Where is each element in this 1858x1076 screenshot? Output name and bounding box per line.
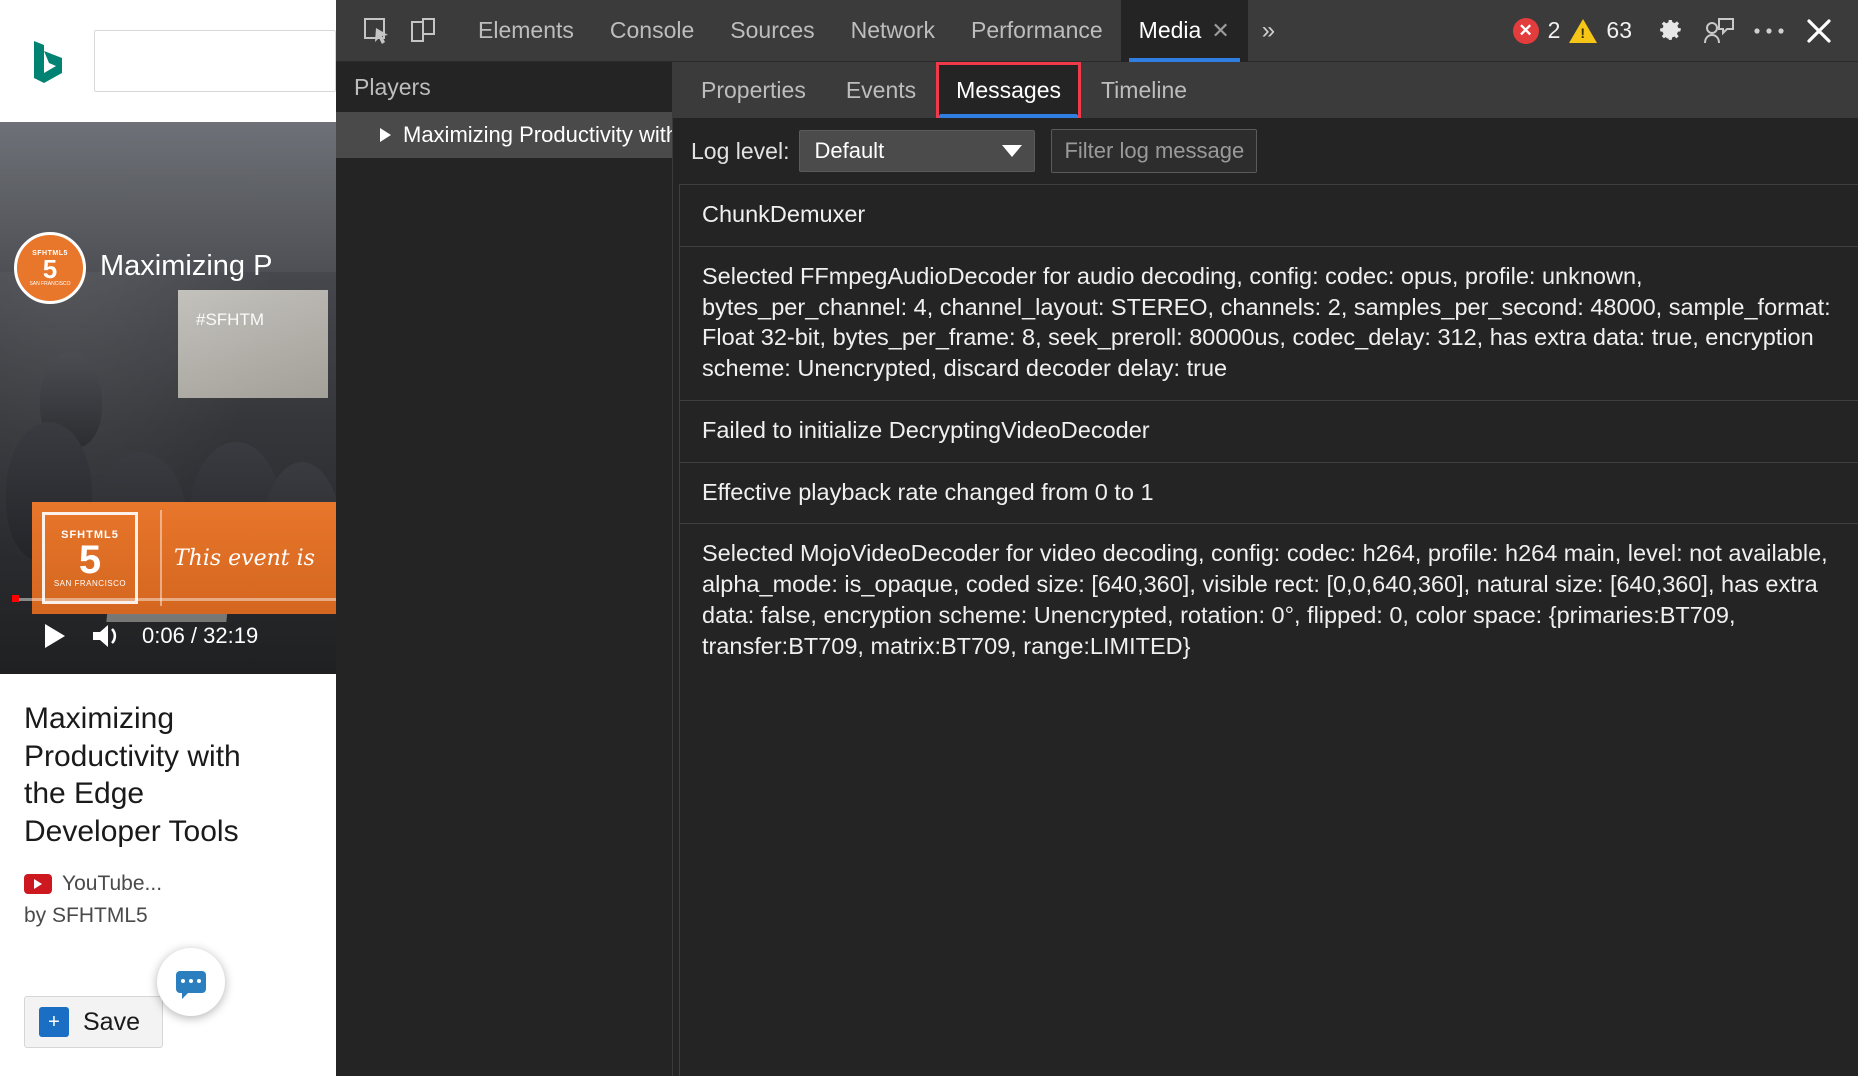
issue-badges[interactable]: ✕ 2 63 — [1512, 17, 1632, 44]
tab-elements[interactable]: Elements — [460, 0, 592, 62]
browser-page: SFHTML5 5 SAN FRANCISCO Maximizing P #SF… — [0, 0, 336, 1076]
sub-tab-properties-label: Properties — [701, 76, 806, 103]
search-input[interactable] — [94, 30, 336, 92]
banner-logo-number: 5 — [78, 537, 102, 582]
players-pane: Players Maximizing Productivity with th — [336, 62, 673, 1076]
progress-handle[interactable] — [12, 595, 19, 602]
log-level-select[interactable]: Default — [799, 130, 1036, 172]
add-to-collections-icon: + — [39, 1007, 69, 1037]
tab-performance[interactable]: Performance — [953, 0, 1121, 62]
close-icon[interactable] — [1794, 6, 1844, 56]
warning-icon — [1569, 18, 1598, 43]
inspect-element-icon[interactable] — [354, 8, 400, 54]
player-list-item[interactable]: Maximizing Productivity with th — [336, 112, 672, 158]
error-count: 2 — [1547, 17, 1561, 43]
video-overlay-hashtag: #SFHTM — [196, 310, 264, 329]
media-pane: Properties Events Messages Timeline Log … — [673, 62, 1858, 1076]
sub-tab-messages[interactable]: Messages — [936, 62, 1081, 118]
youtube-icon — [24, 874, 52, 894]
banner-logo-city: SAN FRANCISCO — [53, 578, 127, 588]
sub-tab-events[interactable]: Events — [826, 62, 936, 118]
sfhtml5-banner-logo-icon: SFHTML5 5 SAN FRANCISCO — [42, 512, 138, 604]
video-meta-card: Maximizing Productivity with the Edge De… — [0, 674, 336, 1076]
logo-number: 5 — [42, 253, 58, 284]
warning-count: 63 — [1606, 17, 1632, 43]
devtools-panel: Elements Console Sources Network Perform… — [336, 0, 1858, 1076]
video-overlay-title: Maximizing P — [100, 250, 273, 282]
tab-sources[interactable]: Sources — [712, 0, 832, 62]
log-level-label: Log level: — [691, 137, 790, 164]
video-banner-text: This event is — [174, 545, 315, 571]
message-list-filler — [679, 677, 1858, 1076]
sub-tab-properties[interactable]: Properties — [681, 62, 826, 118]
close-tab-icon[interactable]: ✕ — [1211, 19, 1229, 42]
log-filter-bar: Log level: Default — [673, 118, 1858, 184]
device-emulation-icon[interactable] — [400, 8, 446, 54]
video-player[interactable]: SFHTML5 5 SAN FRANCISCO Maximizing P #SF… — [0, 122, 336, 674]
tab-performance-label: Performance — [971, 17, 1103, 43]
sub-tab-events-label: Events — [845, 76, 917, 103]
save-button[interactable]: + Save — [24, 996, 163, 1048]
tab-media-label: Media — [1138, 17, 1202, 43]
log-level-value: Default — [814, 138, 885, 163]
chat-bubble-icon[interactable] — [157, 948, 225, 1016]
tab-network-label: Network — [850, 17, 935, 43]
tab-sources-label: Sources — [730, 17, 815, 43]
player-list-item-label: Maximizing Productivity with th — [403, 122, 672, 147]
message-row[interactable]: Selected FFmpegAudioDecoder for audio de… — [679, 245, 1858, 400]
video-author: by SFHTML5 — [24, 904, 148, 927]
tab-console[interactable]: Console — [592, 0, 712, 62]
video-controls: 0:06 / 32:19 — [0, 608, 336, 664]
media-messages-list[interactable]: ChunkDemuxer Selected FFmpegAudioDecoder… — [673, 184, 1858, 1076]
video-bg-screen — [178, 290, 328, 398]
sub-tab-timeline-label: Timeline — [1100, 76, 1188, 103]
volume-icon[interactable] — [90, 620, 122, 652]
filter-log-input[interactable] — [1051, 129, 1258, 173]
video-time: 0:06 / 32:19 — [142, 623, 259, 648]
message-row[interactable]: Failed to initialize DecryptingVideoDeco… — [679, 399, 1858, 462]
message-row[interactable]: Effective playback rate changed from 0 t… — [679, 461, 1858, 524]
screenshot-root: SFHTML5 5 SAN FRANCISCO Maximizing P #SF… — [0, 0, 1858, 1076]
sub-tab-messages-label: Messages — [956, 76, 1061, 103]
tab-network[interactable]: Network — [833, 0, 953, 62]
message-row[interactable]: Selected MojoVideoDecoder for video deco… — [679, 523, 1858, 678]
tab-console-label: Console — [609, 17, 695, 43]
more-tabs-icon[interactable]: » — [1248, 17, 1289, 45]
bing-logo-icon[interactable] — [22, 34, 74, 88]
message-row[interactable]: ChunkDemuxer — [679, 184, 1858, 246]
chevron-down-icon — [1002, 145, 1023, 157]
expand-arrow-icon[interactable] — [380, 128, 391, 142]
save-button-label: Save — [83, 1007, 140, 1036]
more-options-icon[interactable] — [1744, 6, 1794, 56]
video-title: Maximizing Productivity with the Edge De… — [24, 702, 241, 848]
players-header: Players — [354, 73, 431, 100]
gear-icon[interactable] — [1644, 6, 1694, 56]
play-icon[interactable] — [38, 620, 70, 652]
tab-media[interactable]: Media ✕ — [1120, 0, 1248, 62]
media-sub-tabs: Properties Events Messages Timeline — [673, 62, 1858, 118]
tab-elements-label: Elements — [478, 17, 574, 43]
progress-track[interactable] — [14, 598, 336, 601]
devtools-body: Players Maximizing Productivity with th … — [336, 62, 1858, 1076]
video-source-label: YouTube... — [62, 872, 163, 895]
video-progress-bar[interactable] — [0, 595, 336, 602]
sub-tab-timeline[interactable]: Timeline — [1081, 62, 1207, 118]
feedback-person-icon[interactable] — [1694, 6, 1744, 56]
logo-city: SAN FRANCISCO — [29, 280, 71, 287]
sfhtml5-logo-icon: SFHTML5 5 SAN FRANCISCO — [14, 232, 86, 304]
devtools-tabs: Elements Console Sources Network Perform… — [460, 0, 1248, 62]
devtools-toolbar: Elements Console Sources Network Perform… — [336, 0, 1858, 62]
bing-header — [0, 0, 336, 122]
error-icon: ✕ — [1512, 17, 1539, 44]
video-source: YouTube... — [24, 872, 312, 896]
